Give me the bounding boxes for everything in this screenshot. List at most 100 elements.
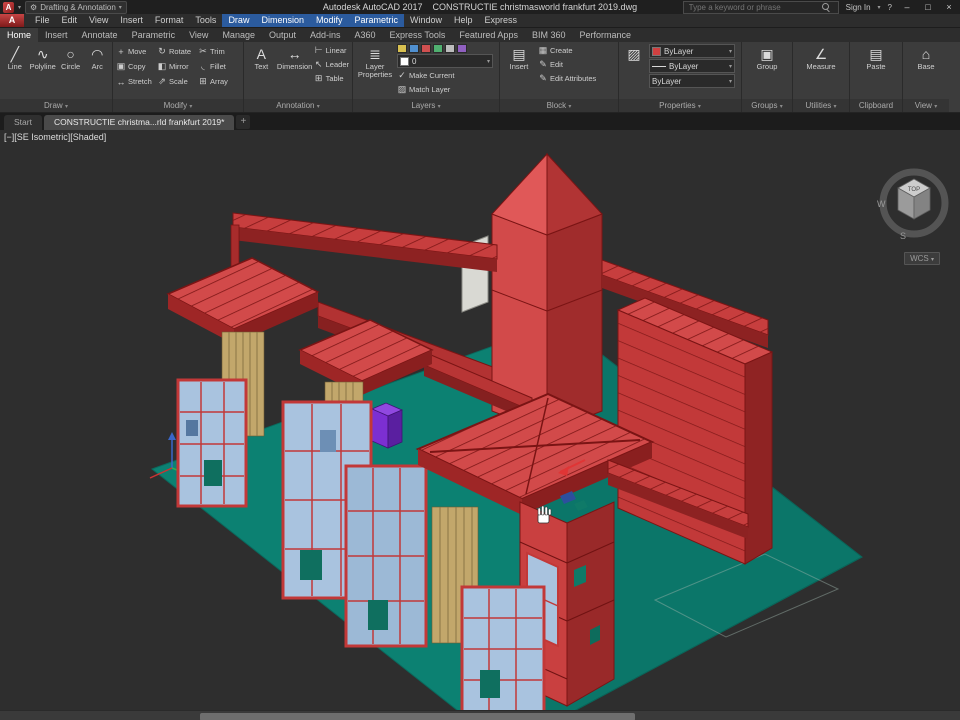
- panel-label-groups[interactable]: Groups ▾: [742, 99, 792, 112]
- application-menu-button[interactable]: A: [0, 14, 24, 27]
- tab-start[interactable]: Start: [4, 115, 42, 130]
- panel-label-clipboard[interactable]: Clipboard: [850, 99, 902, 112]
- horizontal-scrollbar[interactable]: [0, 710, 960, 720]
- tab-a360[interactable]: A360: [348, 28, 383, 42]
- panel-label-view[interactable]: View ▾: [903, 99, 949, 112]
- menu-dimension[interactable]: Dimension: [255, 14, 310, 27]
- tab-insert[interactable]: Insert: [38, 28, 75, 42]
- chevron-down-icon[interactable]: ▾: [18, 4, 21, 11]
- panel-label-layers[interactable]: Layers ▾: [353, 99, 499, 112]
- tab-manage[interactable]: Manage: [215, 28, 262, 42]
- base-button[interactable]: ⌂ Base: [910, 44, 942, 71]
- menu-format[interactable]: Format: [149, 14, 190, 27]
- object-color-select[interactable]: ByLayer ▾: [649, 44, 735, 58]
- trim-button[interactable]: ✂Trim: [198, 45, 239, 58]
- dimension-button[interactable]: ↔ Dimension: [279, 44, 311, 71]
- panel-label-utilities[interactable]: Utilities ▾: [793, 99, 849, 112]
- menu-parametric[interactable]: Parametric: [349, 14, 405, 27]
- polyline-button[interactable]: ∿ Polyline: [30, 44, 56, 71]
- menu-tools[interactable]: Tools: [189, 14, 222, 27]
- search-icon[interactable]: [822, 3, 831, 12]
- close-button[interactable]: ×: [941, 2, 957, 12]
- viewport-menu-control[interactable]: [−]: [4, 132, 14, 142]
- edit-block-button[interactable]: ✎Edit: [538, 58, 596, 71]
- tab-express-tools[interactable]: Express Tools: [383, 28, 453, 42]
- create-block-button[interactable]: ▦Create: [538, 44, 596, 57]
- move-button[interactable]: +Move: [116, 45, 157, 58]
- tab-bim-360[interactable]: BIM 360: [525, 28, 573, 42]
- model-viewport[interactable]: [−][SE Isometric][Shaded]: [0, 130, 960, 710]
- tab-add-ins[interactable]: Add-ins: [303, 28, 348, 42]
- scale-button[interactable]: ⇗Scale: [157, 75, 198, 88]
- wcs-selector[interactable]: WCS ▾: [904, 252, 940, 265]
- tab-view[interactable]: View: [182, 28, 215, 42]
- tab-annotate[interactable]: Annotate: [75, 28, 125, 42]
- fillet-button[interactable]: ◟Fillet: [198, 60, 239, 73]
- panel-label-draw[interactable]: Draw ▾: [0, 99, 112, 112]
- arc-button[interactable]: ◠ Arc: [85, 44, 109, 71]
- table-button[interactable]: ⊞Table: [314, 72, 349, 85]
- linear-button[interactable]: ⊢Linear: [314, 44, 349, 57]
- layer-tool-icon[interactable]: [457, 44, 467, 53]
- insert-block-button[interactable]: ▤ Insert: [503, 44, 535, 71]
- tab-parametric[interactable]: Parametric: [125, 28, 183, 42]
- layer-tool-icon[interactable]: [445, 44, 455, 53]
- tab-output[interactable]: Output: [262, 28, 303, 42]
- menu-insert[interactable]: Insert: [114, 14, 149, 27]
- menu-view[interactable]: View: [83, 14, 114, 27]
- model-canvas[interactable]: Z: [0, 130, 960, 710]
- menu-draw[interactable]: Draw: [222, 14, 255, 27]
- rotate-button[interactable]: ↻Rotate: [157, 45, 198, 58]
- menu-file[interactable]: File: [29, 14, 56, 27]
- text-button[interactable]: A Text: [247, 44, 276, 71]
- minimize-button[interactable]: –: [899, 2, 915, 12]
- layer-tool-icon[interactable]: [397, 44, 407, 53]
- menu-window[interactable]: Window: [404, 14, 448, 27]
- measure-button[interactable]: ∠ Measure: [805, 44, 837, 71]
- autocad-logo-icon[interactable]: A: [3, 2, 14, 13]
- panel-label-block[interactable]: Block ▾: [500, 99, 618, 112]
- mirror-button[interactable]: ◧Mirror: [157, 60, 198, 73]
- chevron-down-icon[interactable]: ▾: [878, 4, 881, 11]
- menu-help[interactable]: Help: [448, 14, 479, 27]
- search-input[interactable]: [687, 2, 819, 13]
- leader-button[interactable]: ↖Leader: [314, 58, 349, 71]
- visual-style-control[interactable]: [Shaded]: [70, 132, 106, 142]
- tab-featured-apps[interactable]: Featured Apps: [452, 28, 525, 42]
- tab-performance[interactable]: Performance: [572, 28, 638, 42]
- line-button[interactable]: ╱ Line: [3, 44, 27, 71]
- match-properties-button[interactable]: ▨: [622, 44, 646, 63]
- restore-button[interactable]: □: [920, 2, 936, 12]
- layer-properties-button[interactable]: ≣ Layer Properties: [356, 44, 394, 79]
- panel-label-properties[interactable]: Properties ▾: [619, 99, 741, 112]
- tab-home[interactable]: Home: [0, 28, 38, 42]
- workspace-switcher[interactable]: ⚙ Drafting & Annotation ▾: [25, 1, 127, 14]
- make-current-button[interactable]: ✓ Make Current: [397, 69, 493, 82]
- panel-label-annotation[interactable]: Annotation ▾: [244, 99, 352, 112]
- copy-button[interactable]: ▣Copy: [116, 60, 157, 73]
- menu-express[interactable]: Express: [479, 14, 524, 27]
- lineweight-select[interactable]: ByLayer ▾: [649, 74, 735, 88]
- view-control[interactable]: [SE Isometric]: [14, 132, 70, 142]
- tab-current-drawing[interactable]: CONSTRUCTIE christma...rld frankfurt 201…: [44, 115, 235, 130]
- layer-tool-icon[interactable]: [433, 44, 443, 53]
- layer-tool-icon[interactable]: [409, 44, 419, 53]
- edit-attributes-button[interactable]: ✎Edit Attributes: [538, 72, 596, 85]
- layer-tool-icon[interactable]: [421, 44, 431, 53]
- linetype-select[interactable]: ByLayer ▾: [649, 59, 735, 73]
- menu-modify[interactable]: Modify: [310, 14, 349, 27]
- group-button[interactable]: ▣ Group: [751, 44, 783, 71]
- viewcube[interactable]: W S TOP: [874, 158, 954, 250]
- panel-label-modify[interactable]: Modify ▾: [113, 99, 243, 112]
- help-icon[interactable]: ?: [886, 3, 894, 12]
- stretch-button[interactable]: ↔Stretch: [116, 75, 157, 88]
- menu-edit[interactable]: Edit: [56, 14, 84, 27]
- layer-select[interactable]: 0 ▾: [397, 54, 493, 68]
- circle-button[interactable]: ○ Circle: [59, 44, 83, 71]
- match-layer-button[interactable]: ▨ Match Layer: [397, 83, 493, 96]
- new-drawing-tab-button[interactable]: +: [236, 115, 250, 129]
- search-box[interactable]: [683, 1, 839, 14]
- array-button[interactable]: ⊞Array: [198, 75, 239, 88]
- sign-in-button[interactable]: Sign In: [844, 3, 873, 12]
- scrollbar-thumb[interactable]: [200, 713, 635, 720]
